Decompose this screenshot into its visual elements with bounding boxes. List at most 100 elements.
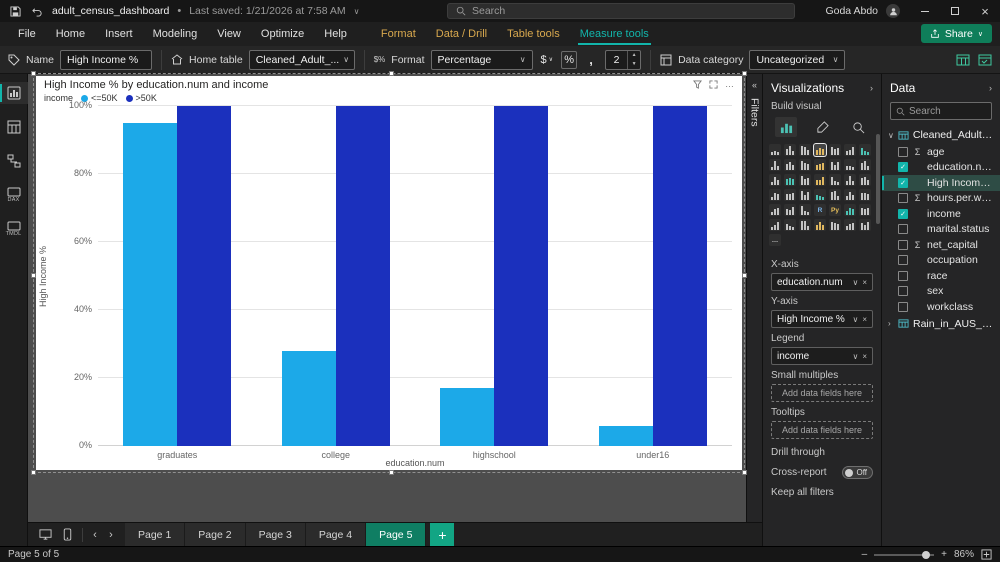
field-row-marital-status[interactable]: marital.status bbox=[882, 222, 1000, 238]
field-checkbox[interactable] bbox=[898, 224, 908, 235]
funnel-chart-icon[interactable] bbox=[859, 159, 871, 171]
ribbon-tab-optimize[interactable]: Optimize bbox=[251, 22, 314, 46]
multi-row-card-icon[interactable] bbox=[829, 189, 841, 201]
gauge-icon[interactable] bbox=[784, 189, 796, 201]
data-search-input[interactable] bbox=[909, 105, 986, 117]
zoom-slider-thumb[interactable] bbox=[922, 550, 931, 559]
report-canvas[interactable]: High Income % by education.num and incom… bbox=[28, 71, 747, 522]
bar-s1-highschool[interactable] bbox=[494, 106, 549, 446]
field-row-sex[interactable]: sex bbox=[882, 284, 1000, 300]
line-chart-icon[interactable] bbox=[859, 144, 871, 156]
power-automate-icon[interactable] bbox=[859, 219, 871, 231]
ribbon-tab-modeling[interactable]: Modeling bbox=[143, 22, 208, 46]
map-icon[interactable] bbox=[829, 174, 841, 186]
area-chart-icon[interactable] bbox=[769, 159, 781, 171]
chevron-down-icon[interactable]: ∨ bbox=[888, 131, 894, 140]
rail-item-dax-query-view[interactable]: DAX bbox=[0, 184, 28, 206]
field-chip-education-num[interactable]: education.num ∨ × bbox=[771, 273, 873, 291]
ribbon-tab-view[interactable]: View bbox=[207, 22, 251, 46]
selection-handle[interactable] bbox=[742, 273, 747, 278]
more-visuals-icon[interactable]: … bbox=[769, 234, 781, 246]
decomposition-tree-icon[interactable] bbox=[859, 204, 871, 216]
line-and-clustered-column-chart-icon[interactable] bbox=[814, 159, 826, 171]
search-input[interactable] bbox=[472, 5, 786, 17]
qa-visual-icon[interactable] bbox=[769, 219, 781, 231]
page-tab-page-2[interactable]: Page 2 bbox=[185, 522, 246, 547]
percent-format-button[interactable]: % bbox=[561, 50, 578, 69]
collapse-pane-chevron-icon[interactable]: › bbox=[870, 83, 873, 93]
page-tab-page-3[interactable]: Page 3 bbox=[245, 522, 306, 547]
stepper-up-icon[interactable]: ▲ bbox=[628, 51, 640, 60]
field-row-net-capital[interactable]: Σnet_capital bbox=[882, 237, 1000, 253]
azure-map-icon[interactable] bbox=[769, 189, 781, 201]
stacked-column-chart-icon[interactable] bbox=[784, 144, 796, 156]
desktop-layout-icon[interactable] bbox=[36, 526, 54, 544]
new-measure-icon[interactable] bbox=[956, 53, 970, 67]
slicer-icon[interactable] bbox=[859, 189, 871, 201]
r-script-visual-icon[interactable]: R bbox=[814, 204, 826, 216]
data-category-dropdown[interactable]: Uncategorized ∨ bbox=[749, 49, 846, 70]
user-name[interactable]: Goda Abdo bbox=[825, 5, 878, 17]
share-button[interactable]: Share ∨ bbox=[920, 24, 992, 43]
new-card-icon[interactable] bbox=[814, 189, 826, 201]
field-row-race[interactable]: race bbox=[882, 268, 1000, 284]
mobile-layout-icon[interactable] bbox=[58, 526, 76, 544]
python-visual-icon[interactable]: Py bbox=[829, 204, 841, 216]
metrics-icon[interactable] bbox=[799, 219, 811, 231]
undo-icon[interactable] bbox=[30, 4, 44, 18]
bar-s1-college[interactable] bbox=[335, 106, 390, 446]
close-button[interactable]: × bbox=[970, 0, 1000, 22]
field-row-age[interactable]: Σage bbox=[882, 144, 1000, 160]
clustered-bar-chart-icon[interactable] bbox=[799, 144, 811, 156]
ribbon-tab-data-drill[interactable]: Data / Drill bbox=[426, 22, 497, 46]
new-page-button[interactable]: + bbox=[430, 522, 455, 547]
smart-narrative-icon[interactable] bbox=[784, 219, 796, 231]
clustered-column-chart-icon[interactable] bbox=[814, 144, 826, 156]
autosave-chevron-down-icon[interactable]: ∨ bbox=[354, 7, 360, 16]
collapse-pane-chevron-icon[interactable]: › bbox=[989, 83, 992, 93]
field-checkbox[interactable]: ✓ bbox=[898, 208, 908, 219]
power-apps-icon[interactable] bbox=[844, 219, 856, 231]
home-table-dropdown[interactable]: Cleaned_Adult_... ∨ bbox=[248, 49, 355, 70]
cross-report-toggle[interactable]: Off bbox=[842, 466, 873, 479]
bar-s1-under16[interactable] bbox=[652, 106, 707, 446]
field-row-hours-per-week[interactable]: Σhours.per.week bbox=[882, 191, 1000, 207]
filled-map-icon[interactable] bbox=[844, 174, 856, 186]
well-placeholder-small-multiples[interactable]: Add data fields here bbox=[771, 384, 873, 402]
format-visual-icon[interactable] bbox=[811, 117, 833, 137]
remove-field-icon[interactable]: × bbox=[862, 278, 867, 287]
treemap-icon[interactable] bbox=[814, 174, 826, 186]
user-avatar[interactable] bbox=[886, 4, 900, 18]
donut-chart-icon[interactable] bbox=[799, 174, 811, 186]
fit-to-page-icon[interactable] bbox=[981, 549, 992, 560]
selection-handle[interactable] bbox=[389, 71, 394, 76]
field-checkbox[interactable]: ✓ bbox=[898, 177, 908, 188]
field-chip-income[interactable]: income ∨ × bbox=[771, 347, 873, 365]
field-checkbox[interactable] bbox=[898, 286, 908, 297]
chevron-down-icon[interactable]: ∨ bbox=[852, 352, 858, 361]
paginated-report-icon[interactable] bbox=[814, 219, 826, 231]
bar-s1-graduates[interactable] bbox=[177, 106, 232, 446]
more-options-icon[interactable]: … bbox=[725, 79, 734, 89]
currency-format-button[interactable]: $ ∨ bbox=[539, 51, 556, 69]
selection-handle[interactable] bbox=[742, 71, 747, 76]
expand-filters-icon[interactable]: « bbox=[752, 80, 757, 90]
zoom-in-icon[interactable]: + bbox=[941, 549, 947, 560]
100-stacked-bar-chart-icon[interactable] bbox=[829, 144, 841, 156]
measure-name-field[interactable] bbox=[60, 49, 153, 70]
ribbon-tab-insert[interactable]: Insert bbox=[95, 22, 143, 46]
ribbon-tab-file[interactable]: File bbox=[8, 22, 46, 46]
field-row-workclass[interactable]: workclass bbox=[882, 299, 1000, 315]
kpi-icon[interactable] bbox=[844, 189, 856, 201]
rail-item-table-view[interactable] bbox=[0, 116, 28, 138]
matrix-icon[interactable] bbox=[799, 204, 811, 216]
format-dropdown[interactable]: Percentage ∨ bbox=[430, 49, 533, 70]
ribbon-tab-home[interactable]: Home bbox=[46, 22, 95, 46]
page-tab-page-1[interactable]: Page 1 bbox=[125, 522, 186, 547]
page-tab-page-4[interactable]: Page 4 bbox=[305, 522, 367, 547]
selection-handle[interactable] bbox=[389, 470, 394, 475]
selection-handle[interactable] bbox=[31, 273, 36, 278]
data-search-box[interactable] bbox=[890, 102, 992, 120]
field-row-education-num[interactable]: ✓ education.num bbox=[882, 160, 1000, 176]
ribbon-tab-format[interactable]: Format bbox=[371, 22, 426, 46]
